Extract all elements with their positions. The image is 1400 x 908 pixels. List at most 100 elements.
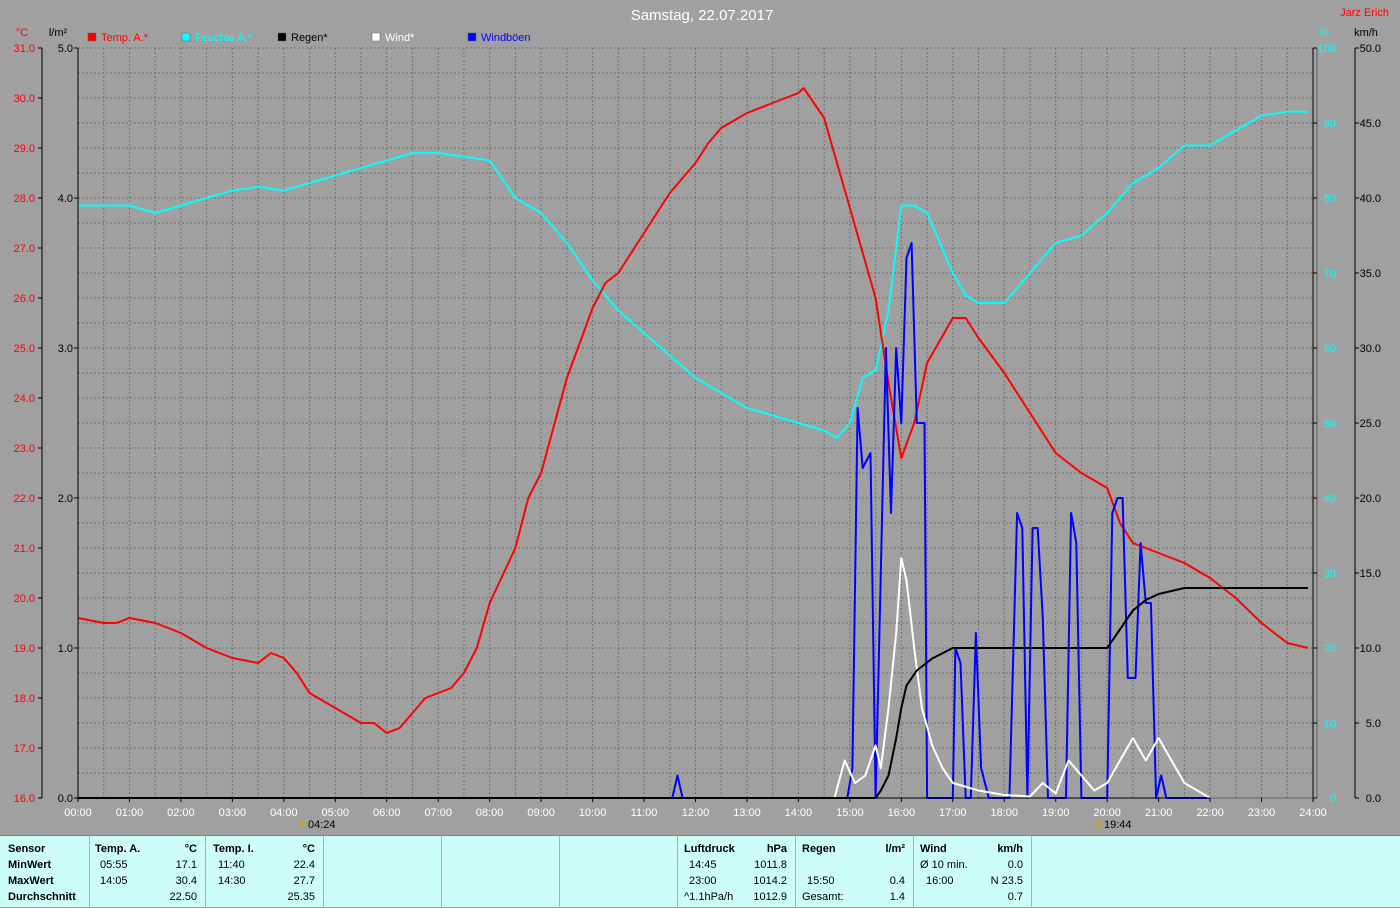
temp-tick-label: 28.0 [14, 193, 35, 205]
legend-swatch [181, 32, 191, 42]
x-tick-label: 23:00 [1248, 807, 1276, 819]
temp-i-column: Temp. I. °C 11:40 22.4 14:30 27.7 25.35 [206, 836, 324, 908]
temp-tick-label: 27.0 [14, 243, 35, 255]
temp-a-column: Temp. A. °C 05:55 17.1 14:05 30.4 22.50 [90, 836, 206, 908]
weather-chart: 16.0 17.0 18.0 19.0 20.0 21.0 22.0 23.0 24.0 25.0… [14, 7, 1389, 831]
temp-tick-label: 29.0 [14, 143, 35, 155]
x-tick-label: 16:00 [888, 807, 916, 819]
legend-label: Feuchte A.* [195, 32, 253, 44]
chart-title: Samstag, 22.07.2017 [631, 7, 774, 24]
x-tick-label: 14:00 [785, 807, 813, 819]
wind-column: Wind km/h Ø 10 min. 0.0 16:00 N 23.5 0.7 [914, 836, 1032, 908]
pressure-max-value: 1014.2 [753, 875, 787, 887]
humidity-tick-label: 100 [1318, 43, 1336, 55]
temp-i-unit: °C [302, 843, 315, 855]
sunrise-icon: ☀ [298, 820, 307, 831]
temp-a-header: Temp. A. [95, 843, 141, 855]
legend-swatch [371, 32, 381, 42]
empty-column-1 [324, 836, 442, 908]
wind-max-time: 16:00 [926, 875, 954, 887]
wind-tick-label: 10.0 [1360, 643, 1381, 655]
wind-tick-label: 15.0 [1360, 568, 1381, 580]
row-label-max: MaxWert [8, 875, 54, 887]
pressure-avg-value: 1012.9 [753, 891, 787, 903]
rain-unit: l/m² [885, 843, 905, 855]
rain-tick-label: 5.0 [58, 43, 73, 55]
pressure-trend: ^1.1hPa/h [684, 891, 734, 903]
wind-tick-label: 5.0 [1366, 718, 1381, 730]
legend: Temp. A.* Feuchte A.* Regen* Wind* Windböen [87, 32, 531, 44]
rain-max-time: 15:50 [807, 875, 835, 887]
pressure-unit: hPa [766, 843, 787, 855]
temp-a-avg-value: 22.50 [169, 891, 197, 903]
temp-tick-label: 25.0 [14, 343, 35, 355]
row-label-avg: Durchschnitt [8, 891, 76, 903]
humidity-tick-label: 30 [1324, 568, 1336, 580]
wind-min-label: Ø 10 min. [920, 859, 968, 871]
humidity-unit-label: % [1319, 27, 1329, 39]
x-tick-label: 03:00 [219, 807, 247, 819]
temp-i-header: Temp. I. [213, 843, 254, 855]
temp-i-avg-value: 25.35 [287, 891, 315, 903]
x-tick-label: 19:00 [1042, 807, 1070, 819]
temp-tick-label: 21.0 [14, 543, 35, 555]
rain-header: Regen [802, 843, 836, 855]
pressure-min-value: 1011.8 [754, 859, 787, 871]
temp-i-max-time: 14:30 [218, 875, 246, 887]
weather-chart-screen: 16.0 17.0 18.0 19.0 20.0 21.0 22.0 23.0 24.0 25.0… [0, 0, 1400, 908]
rain-tick-label: 3.0 [58, 343, 73, 355]
temp-a-max-time: 14:05 [100, 875, 128, 887]
temp-tick-label: 18.0 [14, 693, 35, 705]
empty-column-2 [442, 836, 560, 908]
legend-label: Temp. A.* [101, 32, 149, 44]
rain-unit-label: l/m² [49, 27, 68, 39]
sensor-header: Sensor [8, 843, 46, 855]
rain-tick-label: 2.0 [58, 493, 73, 505]
rain-total-value: 1.4 [889, 891, 905, 903]
wind-min-value: 0.0 [1007, 859, 1023, 871]
pressure-header: Luftdruck [684, 843, 735, 855]
rain-tick-label: 1.0 [58, 643, 73, 655]
x-tick-label: 02:00 [167, 807, 195, 819]
x-tick-label: 15:00 [836, 807, 864, 819]
wind-tick-label: 30.0 [1360, 343, 1381, 355]
rain-tick-label: 4.0 [58, 193, 73, 205]
author-label: Jarz Erich [1340, 7, 1389, 19]
legend-label: Windböen [481, 32, 531, 44]
x-tick-label: 22:00 [1196, 807, 1224, 819]
temp-tick-label: 22.0 [14, 493, 35, 505]
humidity-tick-label: 70 [1324, 268, 1336, 280]
sunset-icon: ☀ [1094, 820, 1103, 831]
rain-column: Regen l/m² 15:50 0.4 Gesamt: 1.4 [796, 836, 914, 908]
wind-unit: km/h [997, 843, 1023, 855]
wind-unit-label: km/h [1354, 27, 1378, 39]
pressure-min-time: 14:45 [689, 859, 717, 871]
wind-tick-label: 50.0 [1360, 43, 1381, 55]
temp-i-min-value: 22.4 [293, 859, 315, 871]
sunset-time: 19:44 [1104, 819, 1132, 831]
x-tick-label: 09:00 [527, 807, 555, 819]
rain-max-value: 0.4 [889, 875, 905, 887]
temp-a-unit: °C [184, 843, 197, 855]
sun-markers: ☀ 04:24 ☀ 19:44 [298, 819, 1132, 831]
x-tick-label: 11:00 [631, 807, 658, 819]
temp-tick-label: 30.0 [14, 93, 35, 105]
temp-tick-label: 20.0 [14, 593, 35, 605]
legend-swatch [277, 32, 287, 42]
temp-tick-label: 19.0 [14, 643, 35, 655]
rain-tick-label: 0.0 [58, 793, 73, 805]
wind-tick-label: 40.0 [1360, 193, 1381, 205]
humidity-tick-label: 10 [1324, 718, 1336, 730]
x-tick-label: 05:00 [322, 807, 350, 819]
humidity-tick-label: 50 [1324, 418, 1336, 430]
wind-max-value: N 23.5 [990, 875, 1023, 887]
wind-tick-label: 35.0 [1360, 268, 1381, 280]
temp-a-min-time: 05:55 [100, 859, 128, 871]
humidity-tick-label: 20 [1324, 643, 1336, 655]
x-tick-label: 04:00 [270, 807, 298, 819]
x-tick-label: 06:00 [373, 807, 401, 819]
x-tick-label: 13:00 [733, 807, 761, 819]
humidity-tick-label: 90 [1324, 118, 1336, 130]
temp-tick-label: 23.0 [14, 443, 35, 455]
temp-tick-label: 16.0 [14, 793, 35, 805]
